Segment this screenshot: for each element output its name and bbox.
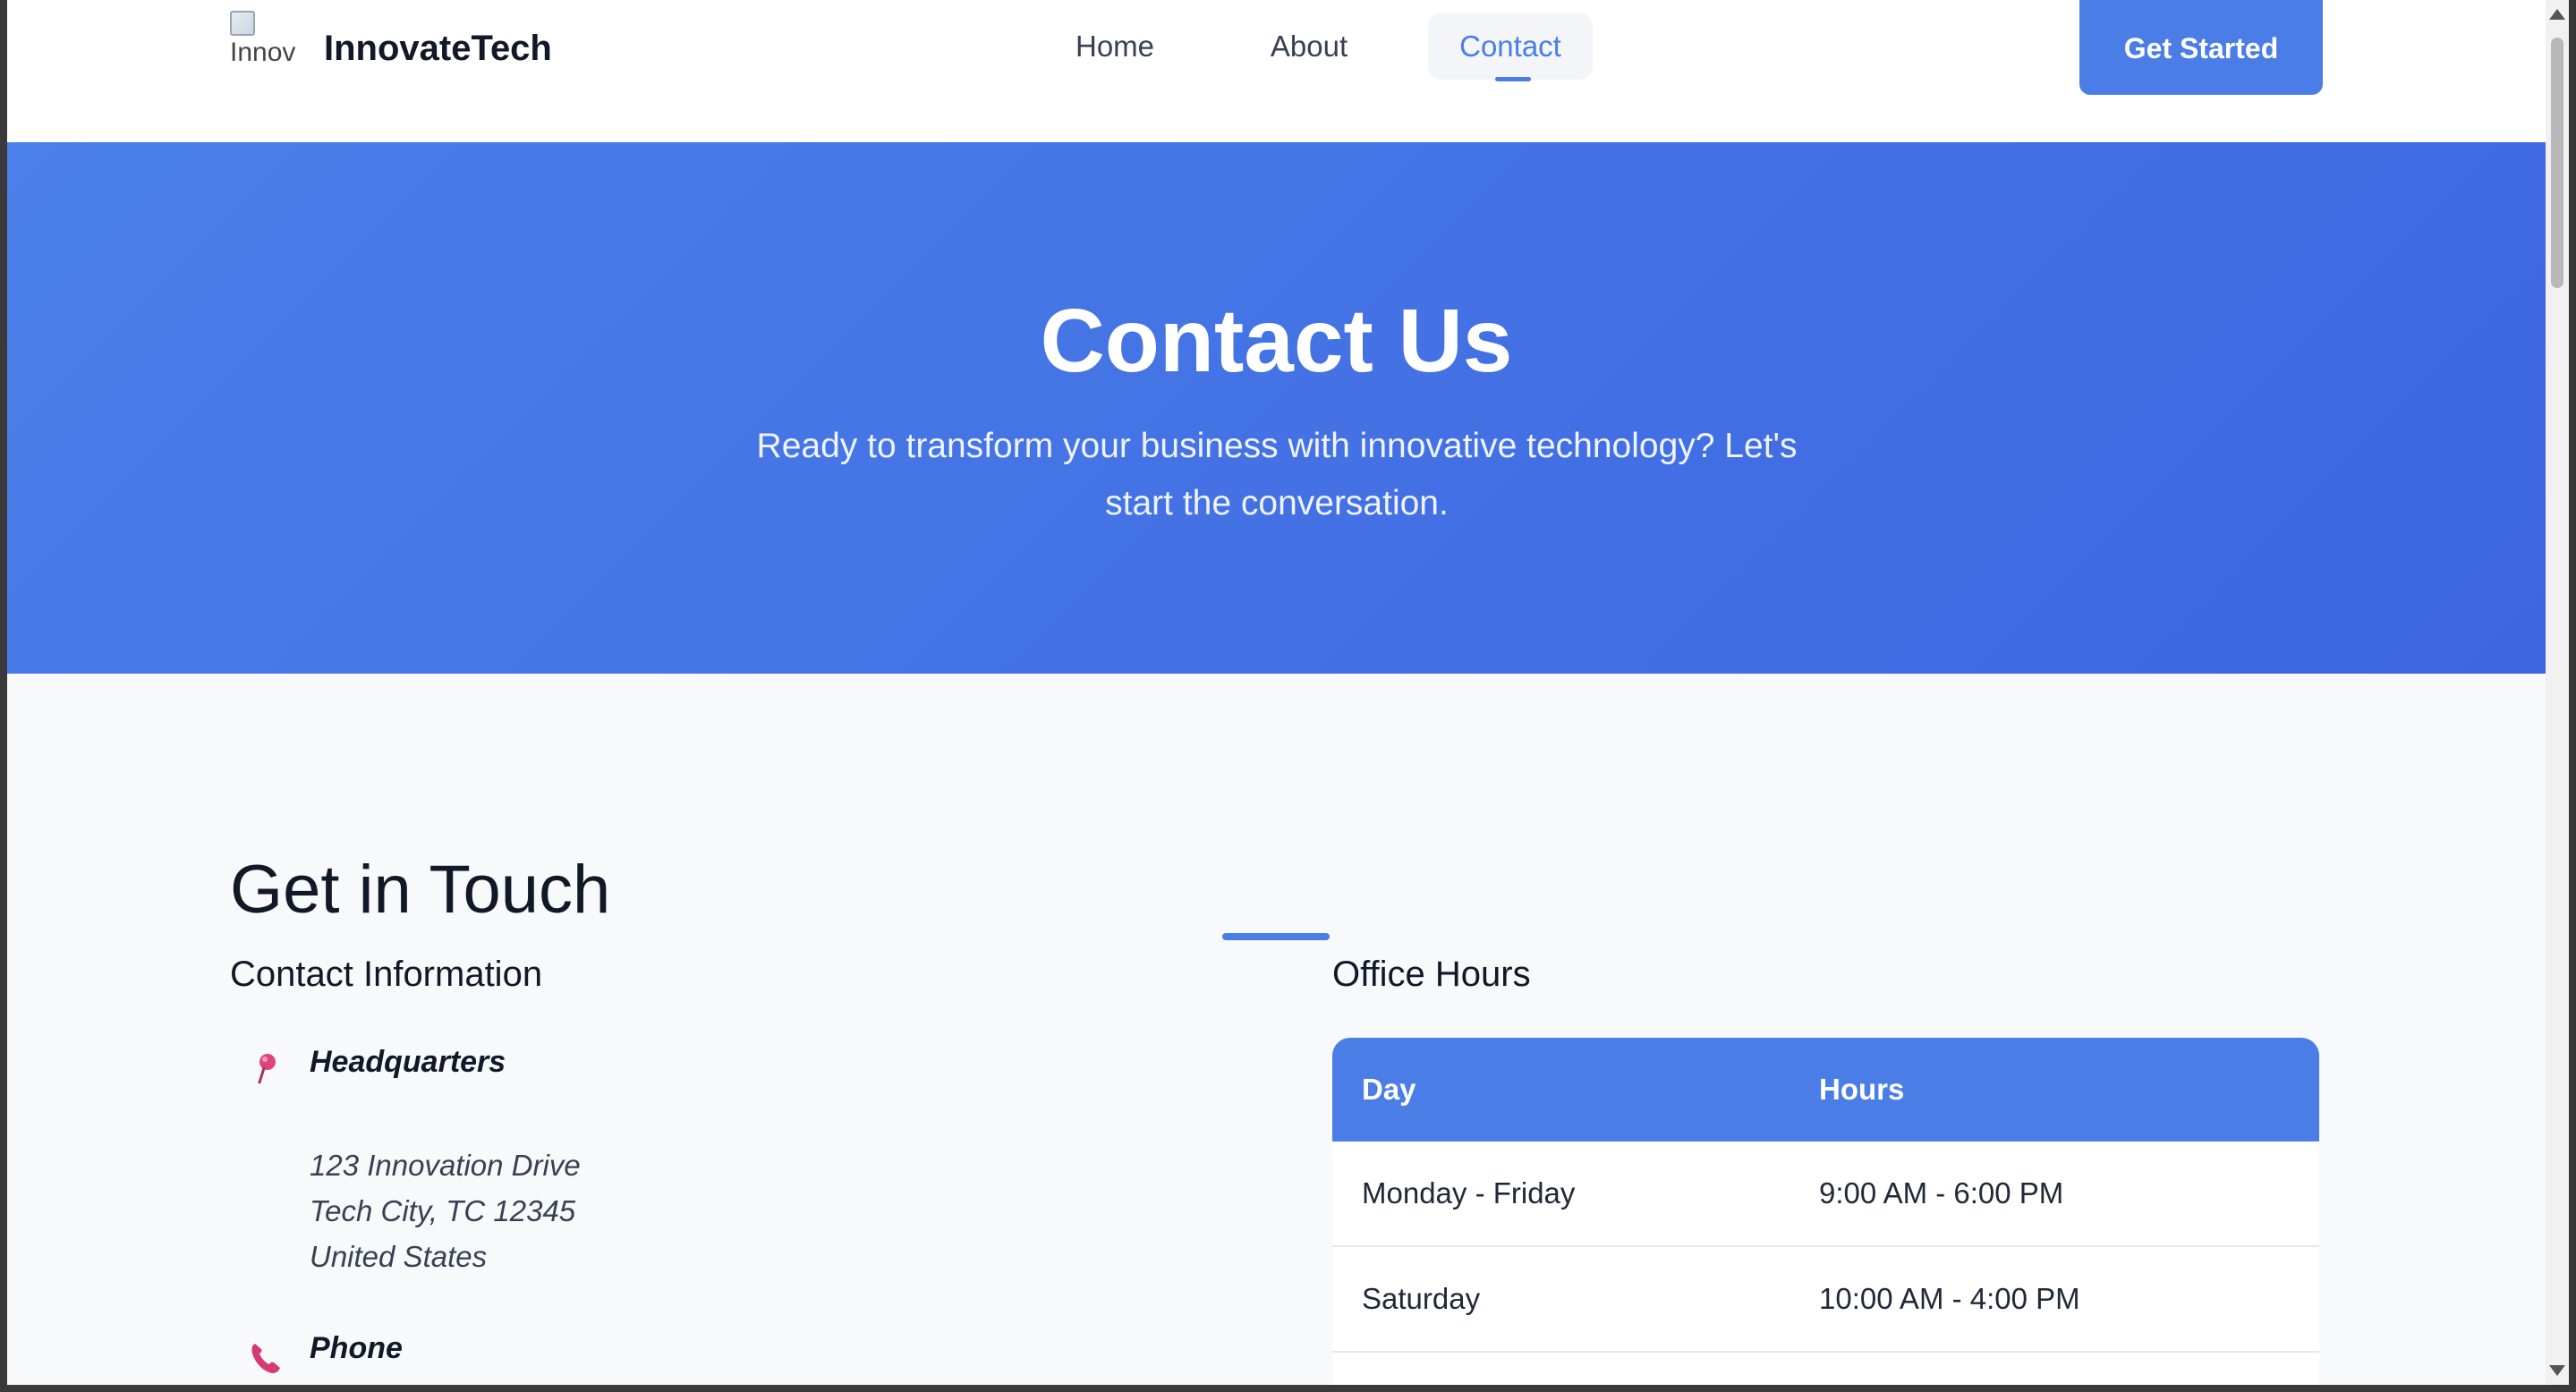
table-row-partial [1332,1353,2319,1385]
nav-contact-link[interactable]: Contact [1428,13,1593,80]
section-title: Get in Touch [230,852,611,928]
scrollbar-thumb[interactable] [2551,38,2563,288]
site-header: Innov InnovateTech Home About Contact Ge… [7,0,2546,142]
get-started-button[interactable]: Get Started [2079,0,2323,95]
page-viewport: Innov InnovateTech Home About Contact Ge… [7,0,2546,1385]
office-hours-title: Office Hours [1332,955,1531,994]
logo-alt-text: Innov [230,38,296,67]
table-row: Saturday 10:00 AM - 4:00 PM [1332,1247,2319,1353]
address-line-1: 123 Innovation Drive [310,1149,581,1182]
office-hours-table: Day Hours Monday - Friday 9:00 AM - 6:00… [1332,1038,2319,1385]
phone-icon [251,1344,280,1373]
headquarters-label: Headquarters [310,1045,506,1079]
table-header-hours: Hours [1819,1073,1905,1106]
hero-title: Contact Us [1040,291,1513,391]
brand-name[interactable]: InnovateTech [324,23,552,73]
broken-image-icon [230,11,255,36]
table-cell-day: Monday - Friday [1362,1176,1576,1210]
logo-image[interactable]: Innov [230,11,302,82]
address-line-2: Tech City, TC 12345 [310,1194,576,1227]
scroll-up-arrow-icon[interactable] [2549,9,2565,20]
vertical-scrollbar[interactable] [2546,0,2569,1385]
active-nav-indicator [1495,77,1531,81]
address-line-3: United States [310,1240,488,1273]
map-pin-icon [258,1054,276,1084]
phone-label: Phone [310,1331,403,1365]
hero-banner: Contact Us Ready to transform your busin… [7,142,2546,674]
hero-subtitle: Ready to transform your business with in… [756,427,1798,522]
table-header-day: Day [1362,1073,1416,1106]
table-cell-day: Saturday [1362,1282,1481,1315]
headquarters-item: Headquarters 123 Innovation Drive Tech C… [230,1045,767,1277]
section-accent-bar [1222,933,1330,940]
phone-item: Phone [230,1331,767,1385]
table-cell-hours: 9:00 AM - 6:00 PM [1819,1176,2064,1210]
contact-info-title: Contact Information [230,955,543,994]
nav-about-link[interactable]: About [1242,13,1376,80]
scroll-down-arrow-icon[interactable] [2549,1365,2565,1376]
table-row: Monday - Friday 9:00 AM - 6:00 PM [1332,1142,2319,1247]
table-cell-hours: 10:00 AM - 4:00 PM [1819,1282,2080,1315]
nav-home-link[interactable]: Home [1048,13,1182,80]
table-header-row: Day Hours [1332,1038,2319,1142]
